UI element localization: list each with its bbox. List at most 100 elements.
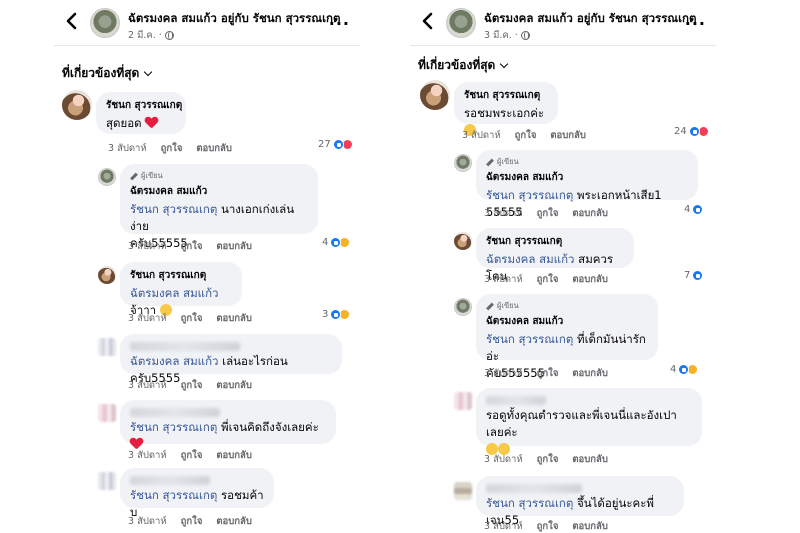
comment-author-blurred [130, 476, 210, 485]
like-button[interactable]: ถูกใจ [537, 272, 559, 287]
comment-time[interactable]: 3 สัปดาห์ [462, 128, 501, 143]
reaction-count: 3 [322, 309, 329, 320]
avatar[interactable] [62, 90, 92, 120]
reply-button[interactable]: ตอบกลับ [572, 452, 608, 467]
post-meta: 2 มี.ค. · [128, 28, 174, 43]
comment-filter[interactable]: ที่เกี่ยวข้องที่สุด [418, 56, 509, 75]
like-button[interactable]: ถูกใจ [181, 239, 203, 254]
mention-link[interactable]: ฉัตรมงคล สมแก้ว [486, 252, 575, 266]
page-avatar[interactable] [90, 8, 120, 38]
back-arrow-icon[interactable] [420, 12, 436, 30]
author-badge: ผู้เขียน [486, 300, 648, 312]
reaction-summary[interactable]: 4 [670, 364, 699, 375]
mention-link[interactable]: รัชนก สุวรรณเกตุ [130, 420, 217, 434]
comment-author[interactable]: รัชนก สุวรรณเกตุ [464, 88, 548, 103]
like-button[interactable]: ถูกใจ [181, 311, 203, 326]
like-button[interactable]: ถูกใจ [181, 448, 203, 463]
mention-link[interactable]: รัชนก สุวรรณเกตุ [486, 496, 573, 510]
avatar[interactable] [454, 392, 472, 410]
post-date[interactable]: 2 มี.ค. · [128, 28, 162, 43]
like-button[interactable]: ถูกใจ [181, 378, 203, 393]
like-button[interactable]: ถูกใจ [515, 128, 537, 143]
back-arrow-icon[interactable] [64, 12, 80, 30]
comment-time[interactable]: 3 สัปดาห์ [128, 311, 167, 326]
reply-button[interactable]: ตอบกลับ [196, 141, 232, 156]
avatar[interactable] [420, 80, 450, 110]
comment-bubble: รัชนก สุวรรณเกตุ ฉัตรมงคล สมแก้ว สมควรโด… [476, 228, 634, 283]
like-button[interactable]: ถูกใจ [537, 206, 559, 221]
comment-time[interactable]: 3 สัปดาห์ [128, 514, 167, 529]
post-title[interactable]: ฉัตรมงคล สมแก้ว อยู่กับ รัชนก สุวรรณเกตุ [128, 10, 340, 28]
like-button[interactable]: ถูกใจ [181, 514, 203, 529]
like-button[interactable]: ถูกใจ [161, 141, 183, 156]
reply-button[interactable]: ตอบกลับ [216, 311, 252, 326]
like-button[interactable]: ถูกใจ [537, 366, 559, 381]
comment-time[interactable]: 3 สัปดาห์ [128, 378, 167, 393]
comment-author[interactable]: ฉัตรมงคล สมแก้ว [486, 170, 688, 185]
comment-author[interactable]: รัชนก สุวรรณเกตุ [130, 268, 232, 283]
reply-button[interactable]: ตอบกลับ [572, 272, 608, 287]
avatar[interactable] [98, 338, 116, 356]
reply-button[interactable]: ตอบกลับ [216, 514, 252, 529]
reply-button[interactable]: ตอบกลับ [572, 366, 608, 381]
comment-time[interactable]: 3 สัปดาห์ [108, 141, 147, 156]
like-button[interactable]: ถูกใจ [537, 519, 559, 533]
reply-button[interactable]: ตอบกลับ [550, 128, 586, 143]
comment-bubble: รัชนก สุวรรณเกตุ จึ้นได้อยู่นะคะพี่เจน55 [476, 476, 684, 527]
comment-author[interactable]: ฉัตรมงคล สมแก้ว [486, 314, 648, 329]
reply-button[interactable]: ตอบกลับ [216, 378, 252, 393]
like-reaction-icon [692, 270, 704, 281]
page-avatar[interactable] [446, 8, 476, 38]
globe-icon [520, 31, 530, 40]
post-meta: 3 มี.ค. · [484, 28, 530, 43]
avatar[interactable] [98, 472, 116, 490]
more-options-icon[interactable]: ··· [685, 14, 706, 33]
avatar[interactable] [98, 266, 116, 284]
mention-link[interactable]: รัชนก สุวรรณเกตุ [486, 188, 573, 202]
mention-link[interactable]: รัชนก สุวรรณเกตุ [130, 488, 217, 502]
avatar[interactable] [454, 298, 472, 316]
avatar[interactable] [98, 404, 116, 422]
haha-reaction-icon [339, 309, 351, 320]
filter-label: ที่เกี่ยวข้องที่สุด [418, 58, 496, 72]
avatar[interactable] [98, 168, 116, 186]
comment-author[interactable]: ฉัตรมงคล สมแก้ว [130, 184, 308, 199]
reply-button[interactable]: ตอบกลับ [216, 239, 252, 254]
avatar[interactable] [454, 482, 472, 500]
comment-time[interactable]: 3 สัปดาห์ [128, 448, 167, 463]
post-header: ฉัตรมงคล สมแก้ว อยู่กับ รัชนก สุวรรณเกตุ… [54, 0, 360, 46]
like-button[interactable]: ถูกใจ [537, 452, 559, 467]
comment-time[interactable]: 3 สัปดาห์ [484, 206, 523, 221]
comment-time[interactable]: 3 สัปดาห์ [484, 272, 523, 287]
reply-button[interactable]: ตอบกลับ [572, 519, 608, 533]
more-options-icon[interactable]: ··· [329, 14, 350, 33]
chevron-down-icon [500, 59, 509, 69]
comment-time[interactable]: 3 สัปดาห์ [484, 519, 523, 533]
mention-link[interactable]: ฉัตรมงคล สมแก้ว [130, 354, 219, 368]
avatar[interactable] [454, 154, 472, 172]
comment-author[interactable]: รัชนก สุวรรณเกตุ [486, 234, 624, 249]
post-date[interactable]: 3 มี.ค. · [484, 28, 518, 43]
comment-actions: 3 สัปดาห์ ถูกใจ ตอบกลับ [128, 448, 252, 463]
comment-bubble: ผู้เขียน ฉัตรมงคล สมแก้ว รัชนก สุวรรณเกต… [476, 294, 658, 380]
reaction-summary[interactable]: 24 [674, 126, 709, 137]
reaction-summary[interactable]: 27 [318, 139, 353, 150]
mention-link[interactable]: ฉัตรมงคล สมแก้ว [130, 286, 219, 300]
comment-time[interactable]: 3 สัปดาห์ [128, 239, 167, 254]
reaction-summary[interactable]: 3 [322, 309, 351, 320]
post-title[interactable]: ฉัตรมงคล สมแก้ว อยู่กับ รัชนก สุวรรณเกตุ [484, 10, 696, 28]
comment-author-blurred [486, 396, 546, 405]
comment-author[interactable]: รัชนก สุวรรณเกตุ [106, 98, 182, 113]
reaction-summary[interactable]: 7 [684, 270, 704, 281]
reaction-summary[interactable]: 4 [684, 204, 704, 215]
comment-time[interactable]: 3 สัปดาห์ [484, 366, 523, 381]
comment-text: รอดูทั้งคุณตำรวจและพี่เจนนี่และอังเปาเลย… [486, 407, 692, 458]
reply-button[interactable]: ตอบกลับ [216, 448, 252, 463]
avatar[interactable] [454, 232, 472, 250]
comment-filter[interactable]: ที่เกี่ยวข้องที่สุด [62, 64, 153, 83]
reply-button[interactable]: ตอบกลับ [572, 206, 608, 221]
comment-time[interactable]: 3 สัปดาห์ [484, 452, 523, 467]
mention-link[interactable]: รัชนก สุวรรณเกตุ [486, 332, 573, 346]
mention-link[interactable]: รัชนก สุวรรณเกตุ [130, 202, 217, 216]
reaction-summary[interactable]: 4 [322, 237, 351, 248]
